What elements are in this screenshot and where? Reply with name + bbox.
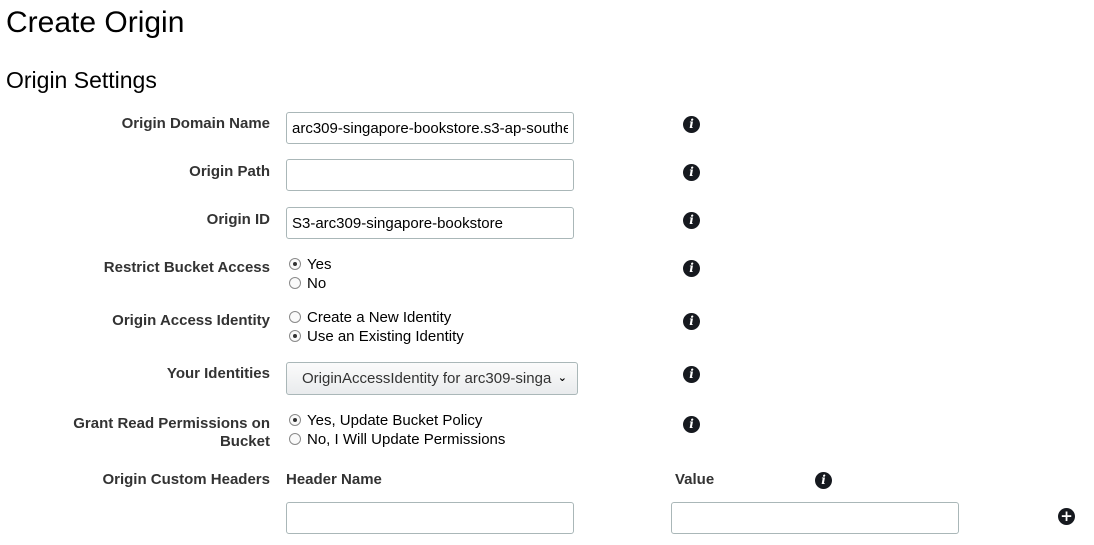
restrict-bucket-access-yes-option[interactable]: Yes (289, 256, 331, 275)
restrict-bucket-access-label: Restrict Bucket Access (103, 259, 270, 276)
add-header-icon[interactable]: + (1058, 508, 1075, 525)
header-name-column-heading: Header Name (286, 471, 382, 488)
value-column-heading: Value (675, 471, 715, 488)
header-value-input[interactable] (671, 502, 959, 534)
label-line-2: Bucket (219, 433, 270, 450)
radio-label: No, I Will Update Permissions (307, 431, 506, 448)
restrict-bucket-access-no-option[interactable]: No (289, 275, 326, 294)
yes-update-bucket-policy-option[interactable]: Yes, Update Bucket Policy (289, 412, 482, 431)
origin-path-input[interactable] (286, 159, 574, 191)
radio-label: Yes, Update Bucket Policy (307, 412, 483, 429)
origin-id-input[interactable] (286, 207, 574, 239)
no-update-permissions-option[interactable]: No, I Will Update Permissions (289, 431, 505, 450)
your-identities-select[interactable]: OriginAccessIdentity for arc309-singapor… (286, 362, 578, 395)
radio-button[interactable] (289, 277, 301, 289)
info-icon[interactable]: i (683, 313, 700, 330)
use-existing-identity-option[interactable]: Use an Existing Identity (289, 328, 464, 347)
origin-domain-name-label: Origin Domain Name (121, 115, 270, 132)
info-icon[interactable]: i (683, 212, 700, 229)
radio-button-selected[interactable] (289, 330, 301, 342)
label-line-1: Grant Read Permissions on (73, 415, 270, 432)
info-icon[interactable]: i (683, 116, 700, 133)
page-title: Create Origin (6, 6, 185, 39)
radio-label: No (307, 275, 327, 292)
radio-label: Yes (307, 256, 332, 273)
origin-id-label: Origin ID (206, 211, 270, 228)
grant-read-permissions-label: Grant Read Permissions on Bucket (40, 415, 270, 451)
radio-button[interactable] (289, 311, 301, 323)
radio-button[interactable] (289, 433, 301, 445)
radio-label: Create a New Identity (307, 309, 452, 326)
origin-path-label: Origin Path (189, 163, 270, 180)
origin-custom-headers-label: Origin Custom Headers (102, 471, 270, 488)
info-icon[interactable]: i (683, 260, 700, 277)
origin-domain-name-input[interactable] (286, 112, 574, 144)
radio-button-selected[interactable] (289, 414, 301, 426)
your-identities-label: Your Identities (166, 365, 270, 382)
radio-label: Use an Existing Identity (307, 328, 464, 345)
create-new-identity-option[interactable]: Create a New Identity (289, 309, 451, 328)
info-icon[interactable]: i (683, 366, 700, 383)
info-icon[interactable]: i (683, 164, 700, 181)
origin-access-identity-label: Origin Access Identity (112, 312, 270, 329)
select-value: OriginAccessIdentity for arc309-singapor… (302, 370, 552, 387)
chevron-down-icon: ⌄ (557, 372, 567, 384)
info-icon[interactable]: i (683, 416, 700, 433)
radio-button-selected[interactable] (289, 258, 301, 270)
header-name-input[interactable] (286, 502, 574, 534)
section-title: Origin Settings (6, 67, 157, 93)
info-icon[interactable]: i (815, 472, 832, 489)
